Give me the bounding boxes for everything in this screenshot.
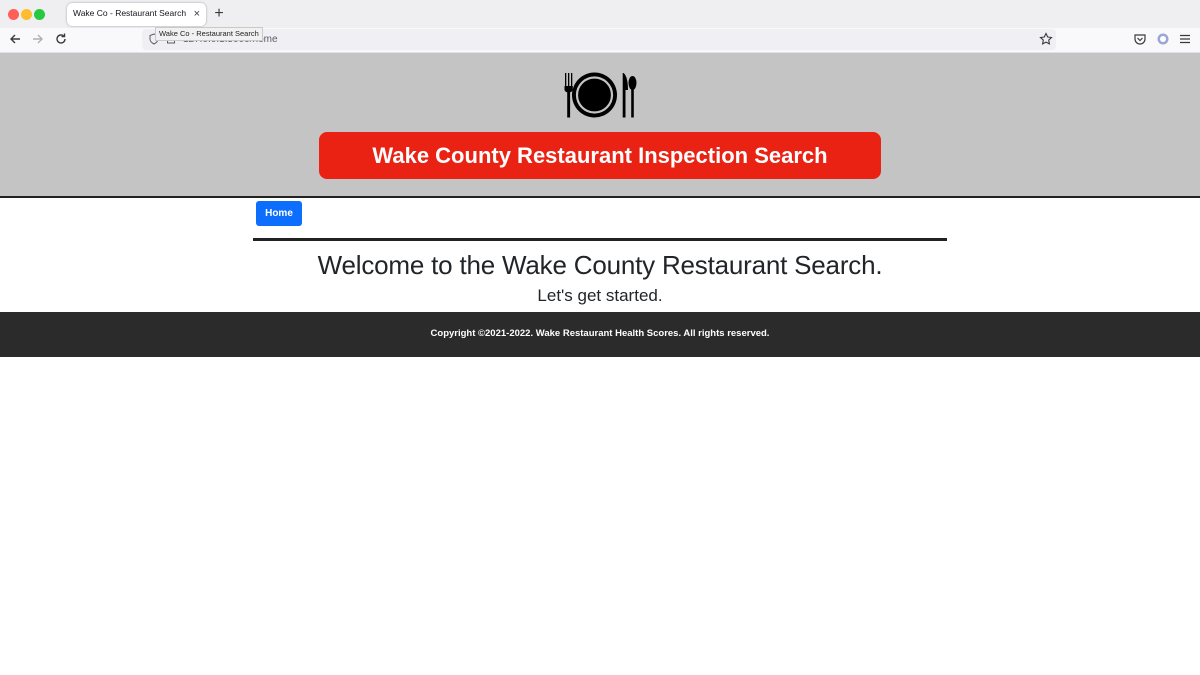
browser-tab[interactable]: Wake Co - Restaurant Search × — [67, 3, 206, 26]
tab-tooltip: Wake Co - Restaurant Search — [155, 27, 263, 41]
site-header: Wake County Restaurant Inspection Search — [0, 53, 1200, 198]
tab-close-icon[interactable]: × — [194, 6, 200, 22]
new-tab-button[interactable]: + — [212, 4, 226, 24]
menu-icon[interactable] — [1178, 32, 1192, 46]
plate-fork-knife-spoon-icon — [564, 72, 637, 118]
copyright-text: Copyright ©2021-2022. Wake Restaurant He… — [430, 328, 770, 339]
welcome-heading: Welcome to the Wake County Restaurant Se… — [317, 250, 883, 280]
reload-icon[interactable] — [54, 32, 68, 46]
url-bar[interactable]: 127.0.0.1:5000/home — [142, 29, 1056, 50]
zoom-window-button[interactable] — [34, 9, 45, 20]
account-icon[interactable] — [1156, 32, 1170, 46]
site-title-banner: Wake County Restaurant Inspection Search — [319, 132, 881, 179]
browser-tab-strip: Wake Co - Restaurant Search × + — [0, 0, 1200, 28]
pocket-icon[interactable] — [1133, 32, 1147, 46]
tab-title: Wake Co - Restaurant Search — [73, 8, 187, 18]
bookmark-star-icon[interactable] — [1039, 32, 1053, 46]
back-arrow-icon[interactable] — [8, 32, 22, 46]
forward-arrow-icon[interactable] — [31, 32, 45, 46]
close-window-button[interactable] — [8, 9, 19, 20]
divider — [253, 238, 947, 241]
home-button[interactable]: Home — [256, 201, 302, 226]
site-footer: Copyright ©2021-2022. Wake Restaurant He… — [0, 312, 1200, 357]
minimize-window-button[interactable] — [21, 9, 32, 20]
welcome-subtitle: Let's get started. — [537, 286, 663, 305]
